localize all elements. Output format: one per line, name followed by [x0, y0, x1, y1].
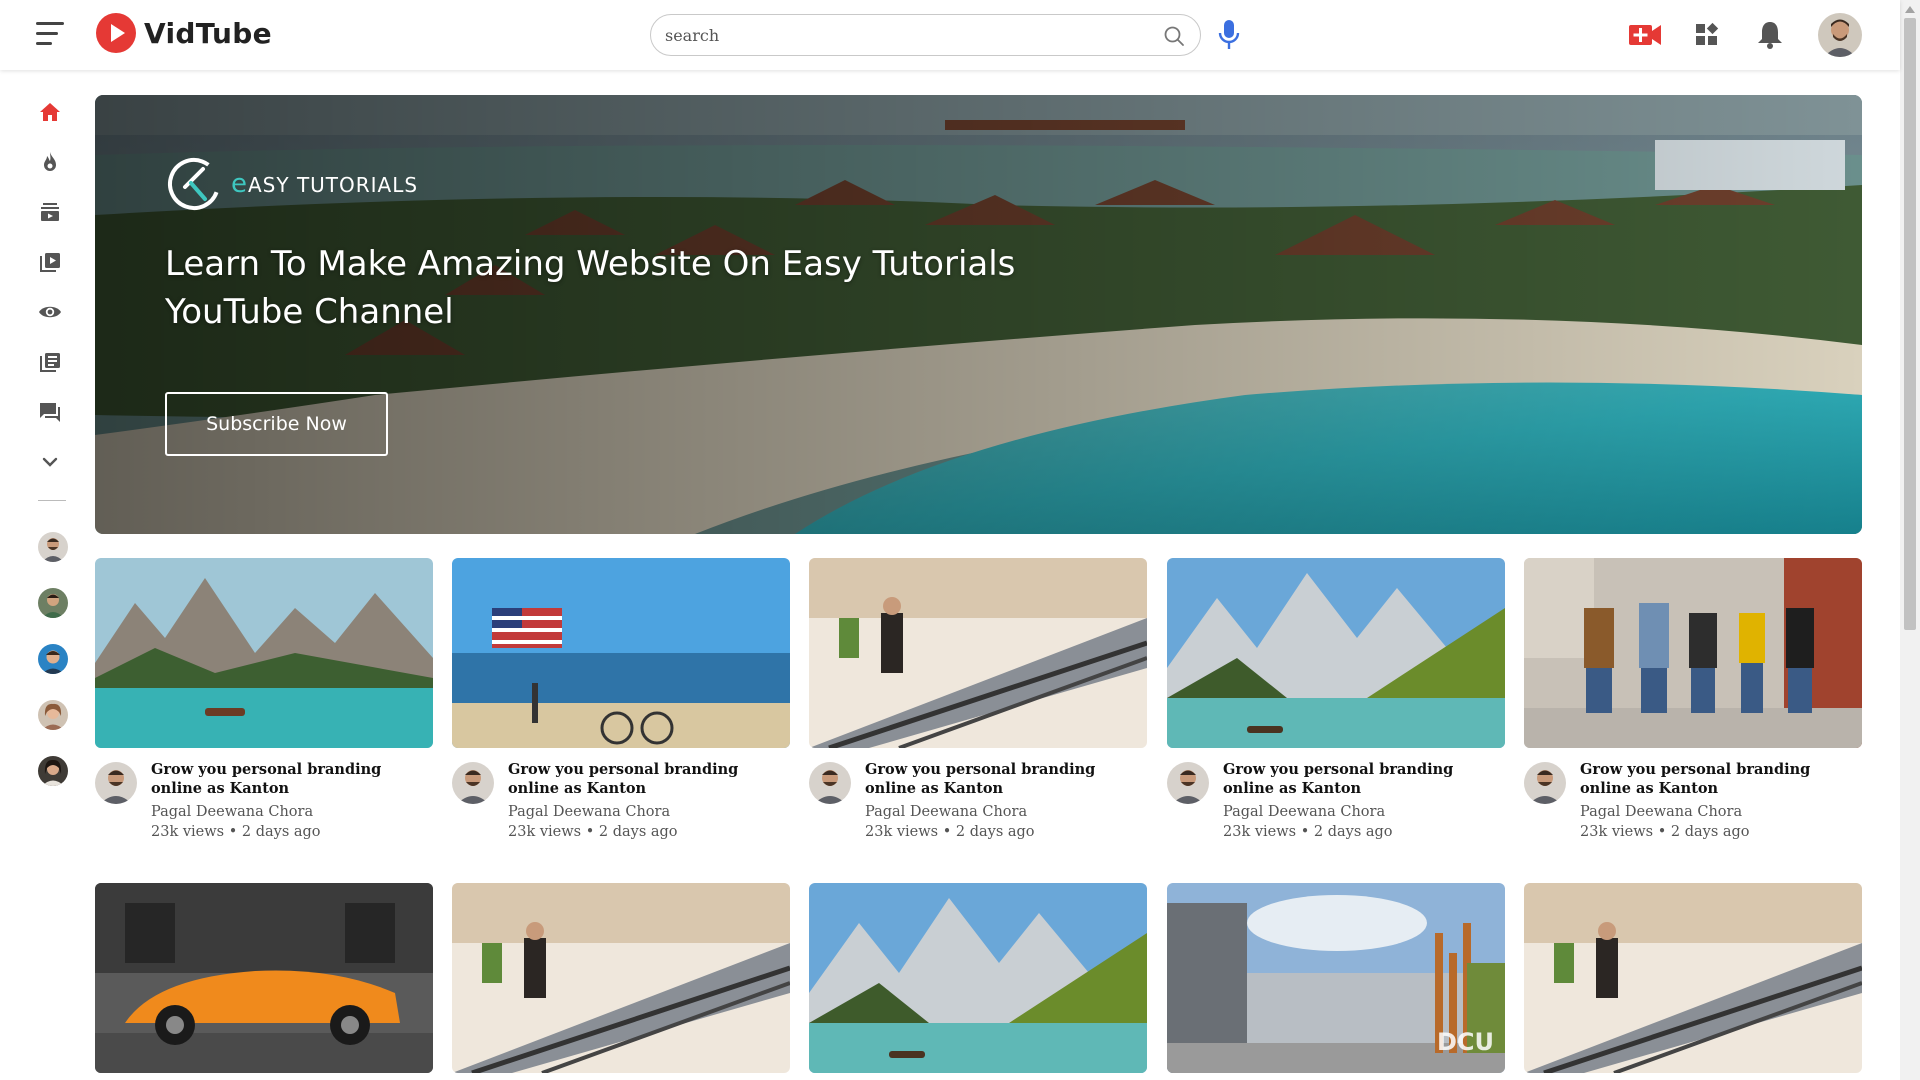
sidebar-item-explore[interactable] [36, 148, 64, 176]
brand-prefix: e [231, 169, 248, 199]
subscription-avatar-4[interactable] [38, 700, 68, 730]
brand-text: ASY TUTORIALS [248, 173, 419, 197]
channel-name[interactable]: Pagal Deewana Chora [508, 804, 670, 820]
video-info: Grow you personal branding online as Kan… [452, 760, 790, 850]
video-info: Grow you personal branding online as Kan… [95, 760, 433, 850]
video-meta: 23k views • 2 days ago [151, 824, 321, 840]
channel-avatar[interactable] [1167, 762, 1209, 804]
page-scrollbar[interactable] [1900, 0, 1920, 1080]
chevron-down-icon [42, 457, 58, 467]
playlist-icon [40, 353, 60, 372]
channel-name[interactable]: Pagal Deewana Chora [151, 804, 313, 820]
sidebar-item-history[interactable] [36, 298, 64, 326]
sidebar [0, 70, 96, 1080]
video-card[interactable]: Grow you personal branding online as Kan… [1167, 558, 1505, 850]
channel-avatar[interactable] [809, 762, 851, 804]
search-icon[interactable] [1162, 24, 1186, 48]
video-card[interactable] [809, 883, 1147, 1073]
subscriptions-icon [41, 203, 59, 221]
sidebar-item-playlists[interactable] [36, 348, 64, 376]
top-navbar: VidTube [0, 0, 1900, 70]
sidebar-item-show-more[interactable] [36, 448, 64, 476]
video-card[interactable] [1524, 883, 1862, 1073]
channel-name[interactable]: Pagal Deewana Chora [865, 804, 1027, 820]
menu-icon[interactable] [36, 22, 66, 46]
thumbnail-overlay-text: DCU [1437, 1028, 1495, 1056]
video-title[interactable]: Grow you personal branding online as Kan… [1223, 760, 1505, 798]
channel-name[interactable]: Pagal Deewana Chora [1223, 804, 1385, 820]
playlist-play-icon [40, 253, 60, 272]
subscription-avatar-3[interactable] [38, 644, 68, 674]
video-info: Grow you personal branding online as Kan… [1167, 760, 1505, 850]
video-title[interactable]: Grow you personal branding online as Kan… [865, 760, 1147, 798]
play-logo-icon [96, 13, 136, 53]
chat-icon [40, 403, 60, 422]
video-card[interactable]: Grow you personal branding online as Kan… [452, 558, 790, 850]
video-thumbnail[interactable] [452, 558, 790, 748]
banner-title: Learn To Make Amazing Website On Easy Tu… [165, 244, 1016, 332]
video-card[interactable]: Grow you personal branding online as Kan… [809, 558, 1147, 850]
user-avatar[interactable] [1818, 13, 1862, 57]
subscription-avatar-1[interactable] [38, 532, 68, 562]
video-thumbnail[interactable] [1167, 558, 1505, 748]
channel-avatar[interactable] [95, 762, 137, 804]
video-info: Grow you personal branding online as Kan… [1524, 760, 1862, 850]
search-box [650, 14, 1201, 56]
video-meta: 23k views • 2 days ago [1580, 824, 1750, 840]
video-upload-icon[interactable] [1628, 20, 1662, 50]
apps-icon[interactable] [1690, 20, 1724, 50]
channel-name[interactable]: Pagal Deewana Chora [1580, 804, 1742, 820]
app-name: VidTube [144, 16, 272, 50]
video-thumbnail[interactable] [95, 883, 433, 1073]
video-title[interactable]: Grow you personal branding online as Kan… [151, 760, 433, 798]
video-thumbnail[interactable] [95, 558, 433, 748]
channel-avatar[interactable] [452, 762, 494, 804]
sidebar-item-library[interactable] [36, 248, 64, 276]
subscription-avatar-2[interactable] [38, 588, 68, 618]
video-thumbnail[interactable] [1524, 558, 1862, 748]
eye-icon [39, 306, 61, 318]
subscribe-button[interactable]: Subscribe Now [165, 392, 388, 456]
video-card[interactable]: Grow you personal branding online as Kan… [95, 558, 433, 850]
video-meta: 23k views • 2 days ago [865, 824, 1035, 840]
app-logo[interactable]: VidTube [96, 13, 272, 53]
video-thumbnail[interactable] [809, 883, 1147, 1073]
scroll-up-arrow-icon[interactable] [1905, 6, 1915, 13]
mic-icon[interactable] [1216, 18, 1242, 52]
video-thumbnail[interactable] [1524, 883, 1862, 1073]
subscription-avatar-5[interactable] [38, 756, 68, 786]
sidebar-divider [38, 500, 66, 501]
channel-brand: eASY TUTORIALS [165, 155, 418, 213]
video-meta: 23k views • 2 days ago [508, 824, 678, 840]
sidebar-item-subscriptions[interactable] [36, 198, 64, 226]
home-icon [40, 103, 60, 121]
video-meta: 23k views • 2 days ago [1223, 824, 1393, 840]
easy-tutorials-logo-icon [168, 158, 220, 210]
bell-icon[interactable] [1753, 20, 1787, 50]
sidebar-item-messages[interactable] [36, 398, 64, 426]
flame-icon [44, 152, 56, 171]
video-card[interactable]: DCU [1167, 883, 1505, 1073]
video-title[interactable]: Grow you personal branding online as Kan… [508, 760, 790, 798]
hero-banner: eASY TUTORIALS Learn To Make Amazing Web… [95, 95, 1862, 534]
video-thumbnail[interactable] [809, 558, 1147, 748]
video-card[interactable] [452, 883, 790, 1073]
sidebar-item-home[interactable] [36, 98, 64, 126]
video-info: Grow you personal branding online as Kan… [809, 760, 1147, 850]
channel-avatar[interactable] [1524, 762, 1566, 804]
video-card[interactable]: Grow you personal branding online as Kan… [1524, 558, 1862, 850]
video-card[interactable] [95, 883, 433, 1073]
search-input[interactable] [665, 23, 1135, 47]
scrollbar-thumb[interactable] [1904, 18, 1916, 630]
video-thumbnail[interactable] [452, 883, 790, 1073]
video-thumbnail[interactable]: DCU [1167, 883, 1505, 1073]
video-title[interactable]: Grow you personal branding online as Kan… [1580, 760, 1862, 798]
